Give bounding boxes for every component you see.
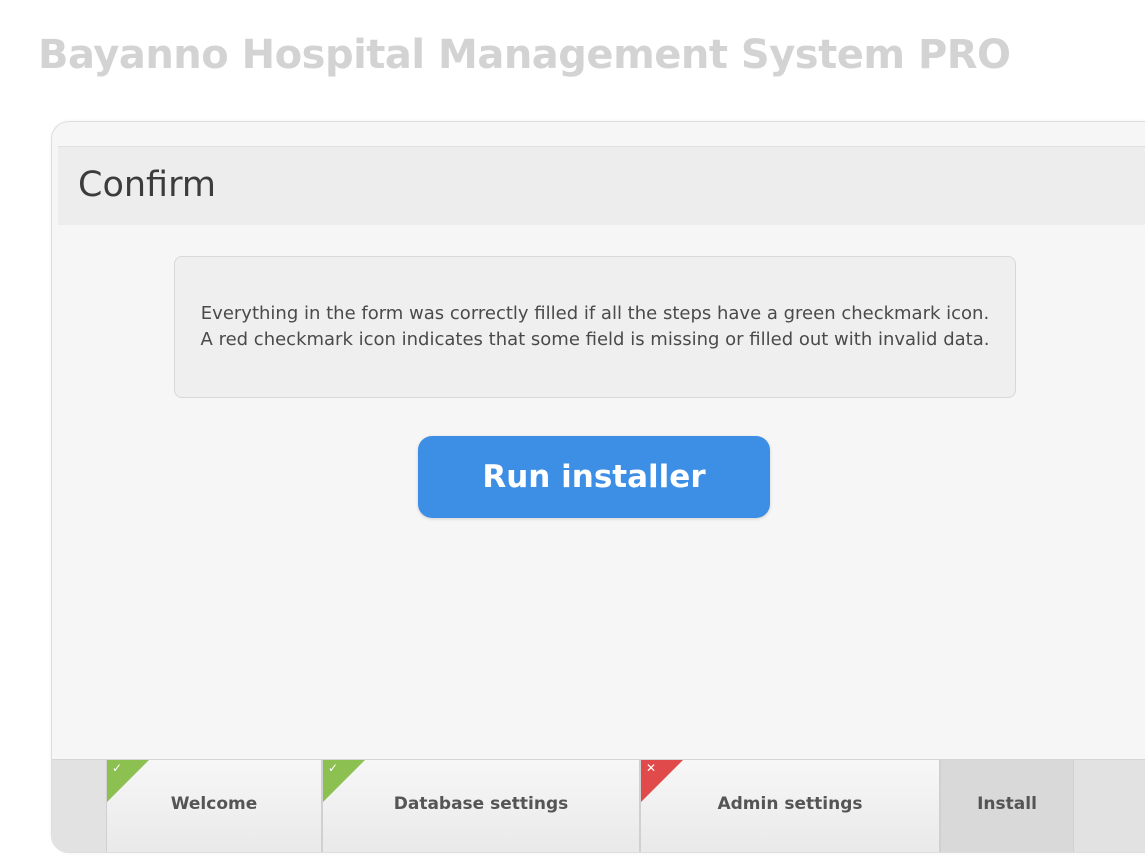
installer-panel: Confirm Everything in the form was corre… [51,121,1145,853]
run-installer-button[interactable]: Run installer [418,436,770,518]
cross-glyph: ✕ [646,761,657,775]
step-label: Install [977,794,1037,814]
steps-bar: ✓ Welcome ✓ Database settings ✕ Admin se… [52,759,1145,852]
step-admin-settings[interactable]: ✕ Admin settings [640,760,940,852]
check-glyph: ✓ [112,761,123,775]
info-text: Everything in the form was correctly fil… [200,303,990,350]
step-welcome[interactable]: ✓ Welcome [106,760,322,852]
step-label: Database settings [393,794,569,814]
step-database-settings[interactable]: ✓ Database settings [322,760,640,852]
info-box: Everything in the form was correctly fil… [174,256,1016,398]
panel-header: Confirm [58,146,1145,225]
step-label: Admin settings [717,794,863,814]
step-install[interactable]: Install [940,760,1074,852]
step-label: Welcome [170,794,258,814]
page-title: Confirm [78,165,216,205]
check-glyph: ✓ [328,761,339,775]
app-title: Bayanno Hospital Management System PRO [38,32,1011,78]
